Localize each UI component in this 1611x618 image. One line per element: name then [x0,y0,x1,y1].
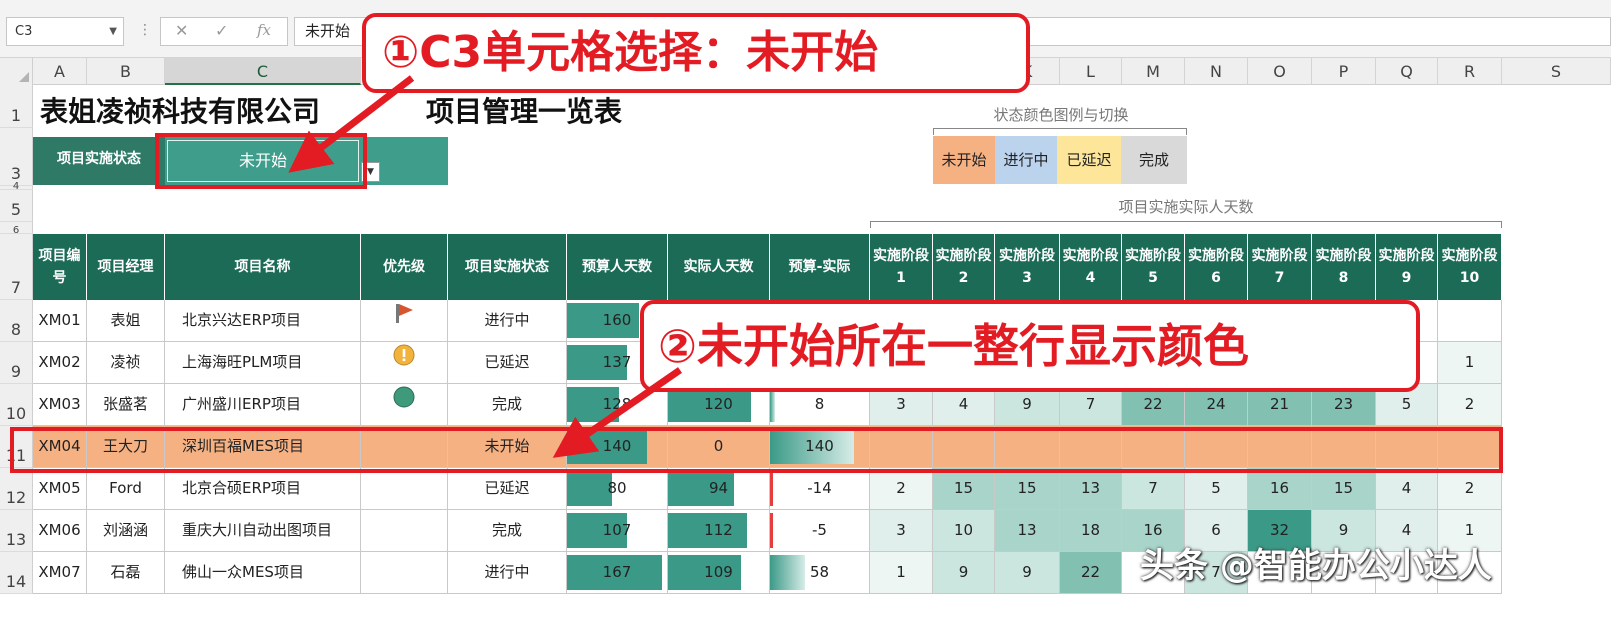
arrow-overlay [288,75,682,458]
arrow-1 [288,75,415,173]
arrow-2 [552,367,682,458]
watermark: 头条 @智能办公小达人 [1140,546,1492,586]
